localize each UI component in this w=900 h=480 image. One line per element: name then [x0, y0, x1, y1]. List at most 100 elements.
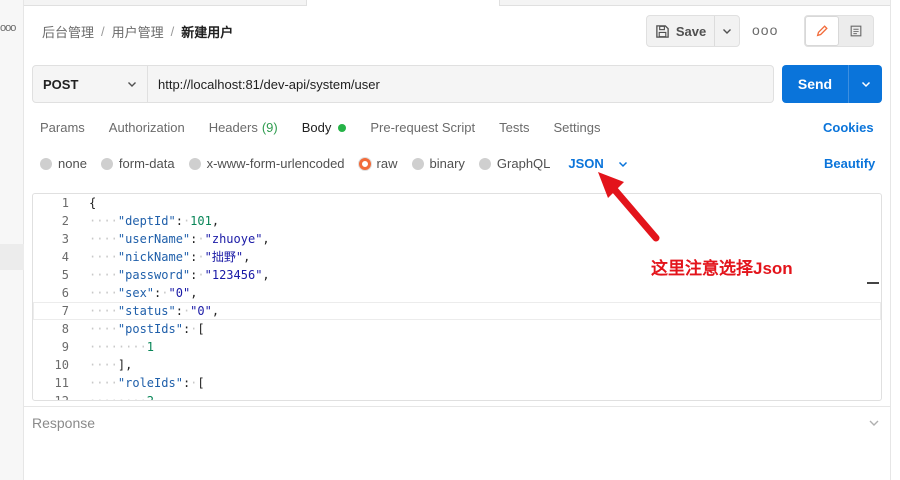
tab-params[interactable]: Params	[40, 120, 85, 135]
chevron-down-icon	[723, 29, 731, 34]
code-line[interactable]: ········2	[89, 392, 881, 401]
code-token: :	[175, 304, 183, 318]
edit-mode-button[interactable]	[805, 16, 839, 46]
code-token: [	[197, 376, 205, 390]
code-token: "password"	[117, 268, 191, 282]
tab-label: Body	[301, 120, 332, 135]
beautify-link[interactable]: Beautify	[824, 156, 875, 171]
code-token: ,	[211, 304, 220, 318]
indent-guide: ····	[89, 232, 118, 246]
chevron-down-icon	[861, 81, 870, 88]
body-indicator-dot	[338, 123, 347, 132]
radio-x-www-form-urlencoded[interactable]: x-www-form-urlencoded	[188, 156, 345, 171]
radio-label: none	[58, 156, 87, 171]
code-token: ,	[211, 214, 220, 228]
chevron-down-icon	[618, 161, 627, 167]
code-line[interactable]: ····"postIds":·[	[89, 320, 881, 338]
indent-guide: ····	[89, 304, 118, 318]
radio-circle	[100, 157, 113, 170]
documentation-mode-button[interactable]	[839, 16, 873, 46]
line-number: 9	[61, 340, 69, 354]
radio-form-data[interactable]: form-data	[100, 156, 175, 171]
save-group: Save	[646, 15, 740, 47]
indent-guide: ····	[89, 358, 118, 372]
radio-circle	[411, 157, 424, 170]
method-value: POST	[43, 76, 79, 92]
code-line[interactable]: ····"sex":·"0",	[89, 284, 881, 302]
response-header[interactable]: Response	[32, 415, 95, 431]
indent-guide: ····	[89, 268, 118, 282]
chevron-down-icon[interactable]	[868, 418, 880, 428]
code-token: "postIds"	[117, 322, 183, 336]
pencil-icon	[816, 25, 828, 37]
radio-label: raw	[376, 156, 398, 171]
document-icon	[850, 25, 862, 37]
save-button[interactable]: Save	[647, 16, 715, 46]
tab-authorization[interactable]: Authorization	[109, 120, 185, 135]
code-token: ·	[197, 268, 205, 282]
code-token: ·	[197, 232, 205, 246]
radio-raw[interactable]: raw	[358, 156, 398, 171]
breadcrumb-current[interactable]: 新建用户	[181, 22, 233, 41]
tab-settings[interactable]: Settings	[553, 120, 600, 135]
indent-guide: ····	[89, 286, 118, 300]
breadcrumb-separator: /	[170, 24, 175, 39]
radio-binary[interactable]: binary	[411, 156, 465, 171]
code-line[interactable]: {	[89, 194, 881, 212]
breadcrumb-separator: /	[101, 24, 105, 39]
code-line[interactable]: ····"deptId":·101,	[89, 212, 881, 230]
code-token: "0"	[168, 286, 191, 300]
tab-body[interactable]: Body	[302, 120, 347, 135]
line-number: 10	[54, 358, 69, 372]
line-number: 8	[61, 322, 69, 336]
code-line[interactable]: ····],	[89, 356, 881, 374]
line-number: 11	[54, 376, 69, 390]
url-input[interactable]: http://localhost:81/dev-api/system/user	[148, 65, 774, 103]
code-line[interactable]: ····"userName":·"zhuoye",	[89, 230, 881, 248]
breadcrumb-item-0[interactable]: 后台管理	[42, 22, 94, 41]
tab-tests[interactable]: Tests	[499, 120, 529, 135]
send-options-button[interactable]	[849, 65, 882, 103]
line-number: 5	[61, 268, 69, 282]
code-token: ,	[243, 250, 251, 264]
request-tab-strip	[24, 0, 890, 6]
radio-circle	[478, 157, 491, 170]
sidebar-selected-item[interactable]	[0, 244, 24, 270]
code-token: {	[89, 196, 97, 210]
cookies-link[interactable]: Cookies	[823, 120, 874, 135]
code-line[interactable]: ····"roleIds":·[	[89, 374, 881, 392]
more-actions-button[interactable]: ooo	[752, 22, 778, 38]
line-number: 12	[54, 394, 69, 401]
code-token: "zhuoye"	[204, 232, 263, 246]
sidebar-more-icon[interactable]: ooo	[0, 22, 16, 34]
code-line[interactable]: ····"status":·"0",	[89, 302, 881, 320]
tab-label: Params	[40, 120, 85, 135]
save-options-button[interactable]	[715, 16, 739, 46]
code-token: [	[197, 322, 205, 336]
body-editor[interactable]: 1 2 3 4 5 6 7 8 9 10 11 12 {····"deptId":·101, ····"…	[32, 193, 882, 401]
line-number: 1	[61, 196, 69, 210]
code-area[interactable]: { ····"deptId":·101, ····"userName":·"zhuo…	[89, 194, 881, 401]
body-type-options: none form-data x-www-form-urlencoded raw…	[40, 156, 628, 171]
indent-guide: ········	[89, 394, 147, 401]
tab-label: Headers	[208, 120, 258, 135]
radio-graphql[interactable]: GraphQL	[478, 156, 551, 171]
code-line[interactable]: ········1	[89, 338, 881, 356]
method-select[interactable]: POST	[32, 65, 148, 103]
code-token: "sex"	[117, 286, 155, 300]
active-request-tab[interactable]	[306, 0, 500, 6]
code-token: "roleIds"	[117, 376, 183, 390]
tab-pre-request-script[interactable]: Pre-request Script	[370, 120, 475, 135]
line-number: 4	[61, 250, 69, 264]
code-token: "status"	[117, 304, 176, 318]
line-number: 7	[61, 304, 69, 318]
tab-headers[interactable]: Headers (9)	[209, 120, 278, 135]
send-button[interactable]: Send	[782, 65, 849, 103]
radio-label: GraphQL	[496, 156, 551, 171]
tab-label: Settings	[553, 120, 601, 135]
radio-none[interactable]: none	[40, 156, 87, 171]
scrollbar-marker[interactable]	[867, 282, 879, 284]
breadcrumb-item-1[interactable]: 用户管理	[112, 22, 164, 41]
breadcrumb: 后台管理 / 用户管理 / 新建用户	[42, 22, 233, 41]
indent-guide: ····	[89, 322, 118, 336]
